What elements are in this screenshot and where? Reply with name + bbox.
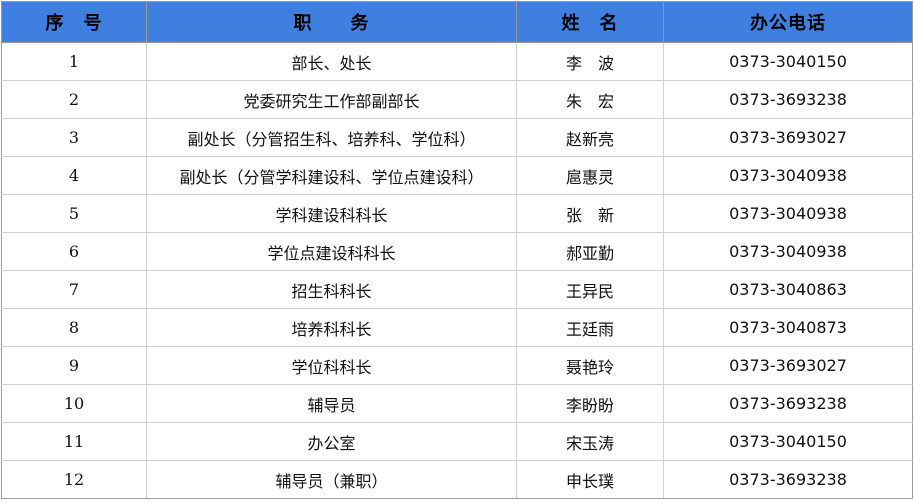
table-row: 8 培养科科长 王廷雨 0373-3040873 — [1, 308, 913, 347]
row-position: 副处长（分管学科建设科、学位点建设科） — [146, 156, 517, 195]
row-phone: 0373-3693027 — [663, 346, 913, 385]
row-phone: 0373-3693238 — [663, 80, 913, 119]
row-position: 部长、处长 — [146, 42, 517, 81]
header-name: 姓 名 — [516, 1, 664, 43]
row-index: 7 — [1, 270, 147, 309]
row-index: 8 — [1, 308, 147, 347]
row-position: 党委研究生工作部副部长 — [146, 80, 517, 119]
row-position: 办公室 — [146, 422, 517, 461]
row-phone: 0373-3693027 — [663, 118, 913, 157]
row-phone: 0373-3040150 — [663, 422, 913, 461]
header-row: 序 号 职 务 姓 名 办公电话 — [1, 1, 913, 43]
row-index: 3 — [1, 118, 147, 157]
table-row: 5 学科建设科科长张 新 0373-3040938 — [1, 194, 913, 233]
table-row: 10 辅导员 李盼盼 0373-3693238 — [1, 384, 913, 423]
row-index: 10 — [1, 384, 147, 423]
table-row: 11 办公室 宋玉涛 0373-3040150 — [1, 422, 913, 461]
row-position: 学位点建设科科长 — [146, 232, 517, 271]
table-row: 2 党委研究生工作部副部长朱 宏 0373-3693238 — [1, 80, 913, 119]
row-phone: 0373-3040938 — [663, 232, 913, 271]
row-index: 1 — [1, 42, 147, 81]
table-row: 6 学位点建设科科长 郝亚勤 0373-3040938 — [1, 232, 913, 271]
row-position: 学科建设科科长 — [146, 194, 517, 233]
table-row: 3 副处长（分管招生科、培养科、学位科） 赵新亮 0373-3693027 — [1, 118, 913, 157]
row-phone: 0373-3040873 — [663, 308, 913, 347]
row-phone: 0373-3693238 — [663, 384, 913, 423]
row-index: 4 — [1, 156, 147, 195]
row-name: 张 新 — [516, 194, 664, 233]
row-name: 宋玉涛 — [516, 422, 664, 461]
row-phone: 0373-3040150 — [663, 42, 913, 81]
row-phone: 0373-3040938 — [663, 194, 913, 233]
row-phone: 0373-3693238 — [663, 460, 913, 499]
row-index: 2 — [1, 80, 147, 119]
row-name: 赵新亮 — [516, 118, 664, 157]
row-index: 12 — [1, 460, 147, 499]
row-name: 王廷雨 — [516, 308, 664, 347]
header-position: 职 务 — [146, 1, 517, 43]
row-name: 郝亚勤 — [516, 232, 664, 271]
table-row: 12 辅导员（兼职） 申长璞 0373-3693238 — [1, 460, 913, 499]
row-position: 培养科科长 — [146, 308, 517, 347]
row-name: 王异民 — [516, 270, 664, 309]
header-index: 序 号 — [1, 1, 147, 43]
row-position: 辅导员（兼职） — [146, 460, 517, 499]
row-phone: 0373-3040938 — [663, 156, 913, 195]
row-index: 6 — [1, 232, 147, 271]
row-position: 学位科科长 — [146, 346, 517, 385]
row-index: 9 — [1, 346, 147, 385]
row-index: 5 — [1, 194, 147, 233]
header-phone: 办公电话 — [663, 1, 913, 43]
row-index: 11 — [1, 422, 147, 461]
contact-table: 序 号 职 务 姓 名 办公电话 1 部长、处长李 波 0373-3040150 2 党… — [1, 1, 913, 499]
row-phone: 0373-3040863 — [663, 270, 913, 309]
table-row: 4 副处长（分管学科建设科、学位点建设科） 扈惠灵 0373-3040938 — [1, 156, 913, 195]
table-row: 7 招生科科长 王异民 0373-3040863 — [1, 270, 913, 309]
row-name: 李 波 — [516, 42, 664, 81]
row-name: 扈惠灵 — [516, 156, 664, 195]
table-row: 9 学位科科长 聂艳玲 0373-3693027 — [1, 346, 913, 385]
row-position: 副处长（分管招生科、培养科、学位科） — [146, 118, 517, 157]
row-position: 招生科科长 — [146, 270, 517, 309]
row-position: 辅导员 — [146, 384, 517, 423]
table-row: 1 部长、处长李 波 0373-3040150 — [1, 42, 913, 81]
row-name: 朱 宏 — [516, 80, 664, 119]
row-name: 申长璞 — [516, 460, 664, 499]
row-name: 聂艳玲 — [516, 346, 664, 385]
row-name: 李盼盼 — [516, 384, 664, 423]
